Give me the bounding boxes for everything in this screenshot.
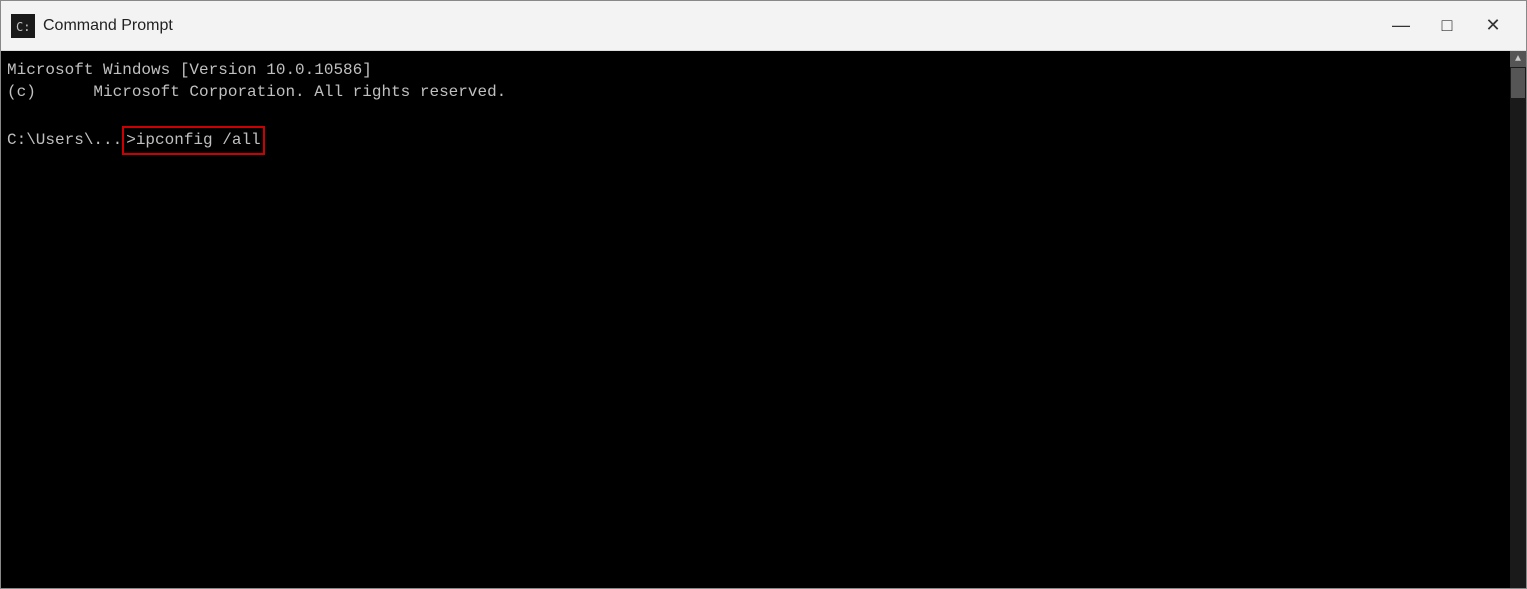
scrollbar[interactable]: ▲: [1510, 51, 1526, 588]
title-bar: C: Command Prompt — □ ✕: [1, 1, 1526, 51]
close-button[interactable]: ✕: [1470, 1, 1516, 51]
cmd-window: C: Command Prompt — □ ✕ Microsoft Window…: [0, 0, 1527, 589]
command-text: >ipconfig /all: [122, 126, 264, 154]
terminal-prompt-line: C:\Users\...>ipconfig /all: [7, 126, 1520, 154]
scrollbar-track[interactable]: [1510, 67, 1526, 588]
svg-text:C:: C:: [16, 20, 30, 34]
minimize-button[interactable]: —: [1378, 1, 1424, 51]
prompt-prefix: C:\Users\...: [7, 129, 122, 151]
terminal-line-3: [7, 104, 1520, 126]
terminal-body[interactable]: Microsoft Windows [Version 10.0.10586] (…: [1, 51, 1526, 588]
window-title: Command Prompt: [43, 17, 1378, 35]
window-controls: — □ ✕: [1378, 1, 1516, 51]
cmd-icon: C:: [11, 14, 35, 38]
terminal-line-1: Microsoft Windows [Version 10.0.10586]: [7, 59, 1520, 81]
maximize-button[interactable]: □: [1424, 1, 1470, 51]
scrollbar-thumb[interactable]: [1511, 68, 1525, 98]
scrollbar-up-button[interactable]: ▲: [1510, 51, 1526, 67]
terminal-line-2: (c) Microsoft Corporation. All rights re…: [7, 81, 1520, 103]
